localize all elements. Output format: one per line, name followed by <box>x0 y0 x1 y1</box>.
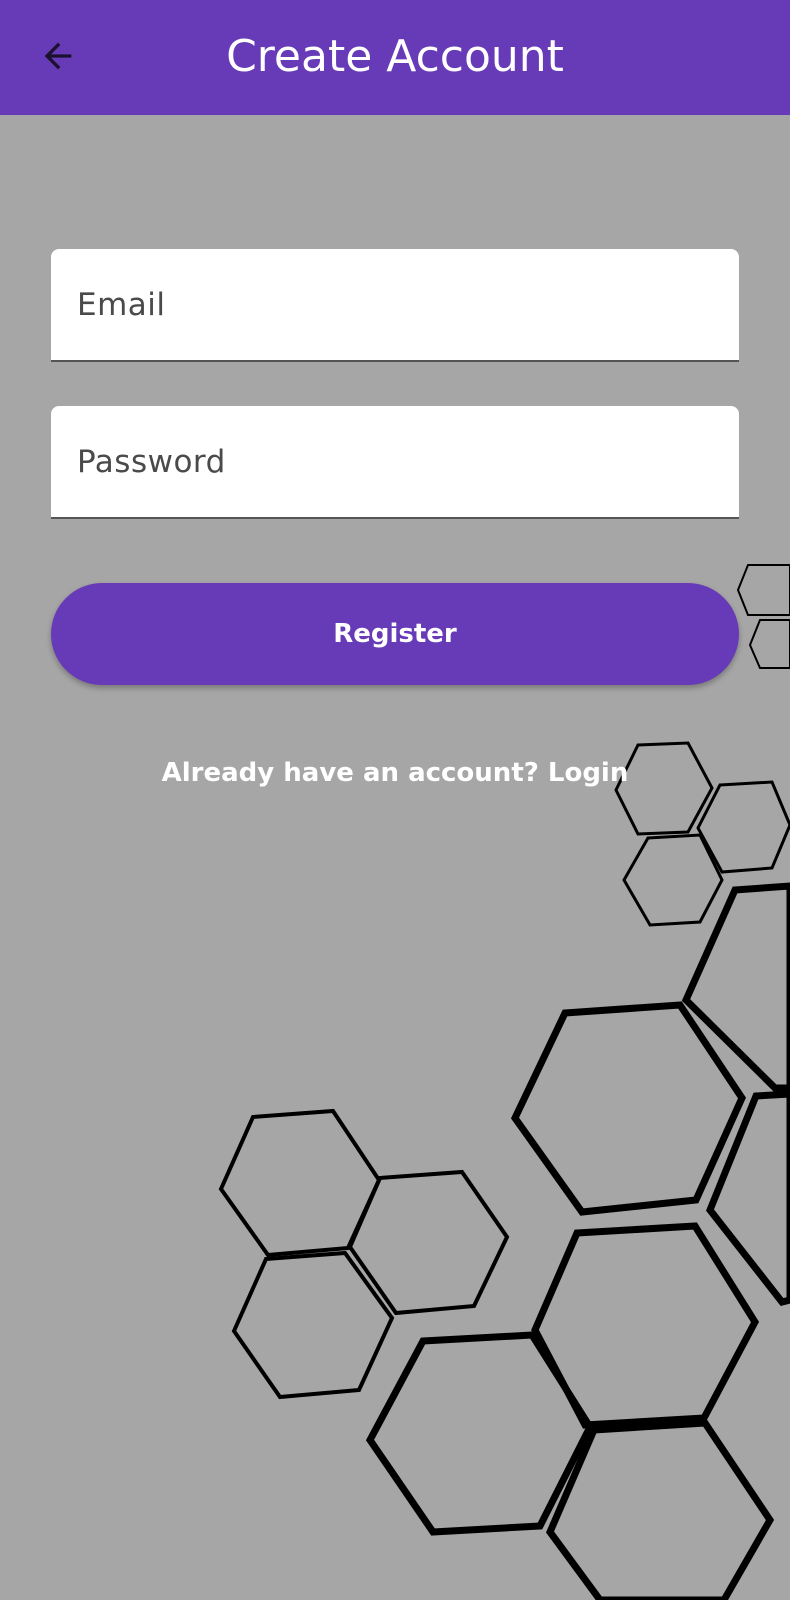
hexagon-shape <box>748 619 790 669</box>
hexagon-shape <box>614 741 714 836</box>
hexagon-shape <box>681 882 790 1092</box>
password-field-container <box>51 406 739 519</box>
password-field[interactable] <box>51 406 739 517</box>
hexagon-shape <box>531 1222 760 1429</box>
login-link[interactable]: Already have an account? Login <box>0 758 790 788</box>
hexagon-shape <box>218 1108 382 1258</box>
hexagon-shape <box>736 564 790 616</box>
login-prompt: Already have an account? <box>161 758 539 788</box>
hexagon-shape <box>231 1250 395 1400</box>
app-bar: Create Account <box>0 0 790 115</box>
login-link-label: Login <box>547 758 629 788</box>
hexagon-shape <box>705 1090 790 1306</box>
hexagon-shape <box>365 1331 595 1536</box>
hexagon-pattern <box>218 564 790 1600</box>
register-button-label: Register <box>333 619 457 649</box>
email-field-container <box>51 249 739 362</box>
hexagon-shape <box>696 780 790 874</box>
hexagon-shape <box>347 1169 510 1316</box>
email-field[interactable] <box>51 249 739 360</box>
hexagon-shape <box>545 1419 775 1600</box>
page-title: Create Account <box>226 31 564 82</box>
hexagon-shape <box>510 1001 746 1216</box>
register-button[interactable]: Register <box>51 583 739 685</box>
hexagon-shape <box>622 833 724 927</box>
